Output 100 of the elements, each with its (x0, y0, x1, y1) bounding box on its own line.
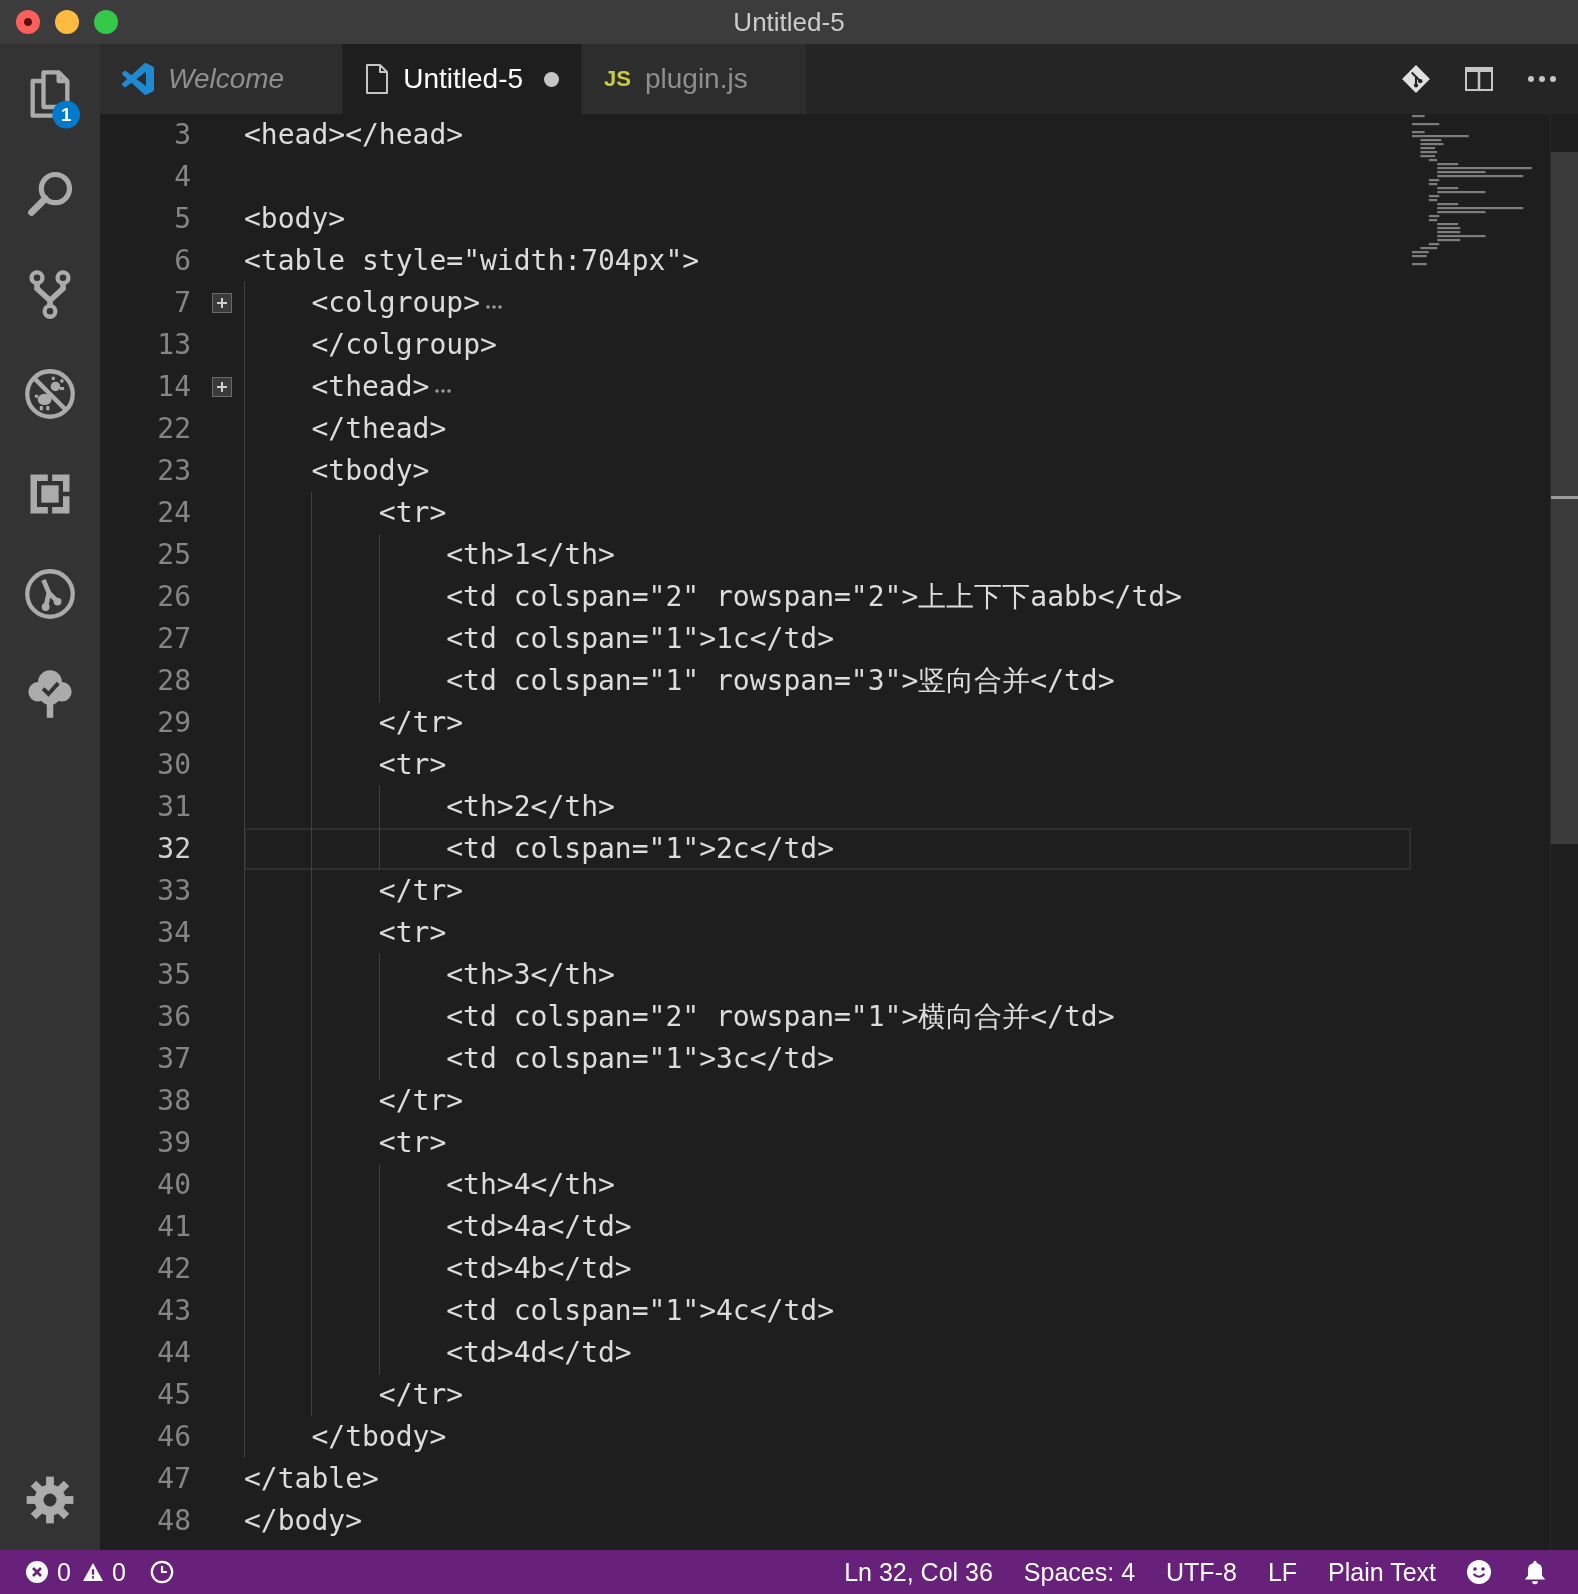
error-icon[interactable] (25, 1560, 49, 1584)
line-number: 36 (156, 999, 191, 1035)
clock-icon[interactable] (149, 1560, 174, 1584)
warning-icon[interactable] (81, 1562, 104, 1582)
bell-icon[interactable] (1522, 1559, 1548, 1585)
line-number: 31 (156, 789, 191, 825)
code-line: <td colspan="1">3c</td> (446, 1041, 834, 1077)
line-number: 23 (156, 453, 191, 489)
line-number: 3 (173, 117, 191, 153)
editor-tab[interactable]: Untitled-5 (343, 44, 583, 114)
line-number: 43 (156, 1293, 191, 1329)
code-line: </tr> (378, 1377, 464, 1413)
line-number: 38 (156, 1083, 191, 1119)
line-number: 41 (156, 1209, 191, 1245)
code-line: <td colspan="1">4c</td> (446, 1293, 834, 1329)
code-line: <td colspan="1">1c</td> (446, 621, 834, 657)
status-bar-item[interactable]: Ln 32, Col 36 (844, 1557, 993, 1587)
minimize-window-button[interactable] (55, 10, 79, 34)
line-number: 42 (156, 1251, 191, 1287)
line-number: 34 (156, 915, 191, 951)
code-line: <th>1</th> (446, 537, 615, 573)
settings-icon[interactable] (24, 1474, 76, 1526)
line-number: 46 (156, 1419, 191, 1455)
code-line: <colgroup> (311, 285, 480, 321)
cursor-position-marker (1551, 496, 1578, 499)
smiley-icon[interactable] (1467, 1560, 1491, 1584)
code-line: <tr> (378, 915, 447, 951)
code-line: <tr> (378, 1125, 447, 1161)
line-number: 35 (156, 957, 191, 993)
line-number: 40 (156, 1167, 191, 1203)
code-line: </thead> (311, 411, 447, 447)
code-line: <thead> (311, 369, 430, 405)
line-number: 48 (156, 1503, 191, 1539)
code-line: <td>4a</td> (446, 1209, 632, 1245)
minimap-drawing[interactable] (1411, 114, 1533, 267)
line-number: 45 (156, 1377, 191, 1413)
ellipsis-icon[interactable] (486, 305, 502, 309)
line-number: 24 (156, 495, 191, 531)
code-line: </tr> (378, 873, 464, 909)
split-editor-icon (1465, 67, 1493, 91)
code-line: </table> (244, 1461, 379, 1497)
line-number: 7 (173, 285, 191, 321)
more-icon (1528, 76, 1556, 82)
editor-tab[interactable]: JS plugin.js (582, 44, 807, 114)
code-line: </body> (244, 1503, 362, 1539)
ellipsis-icon[interactable] (435, 389, 452, 393)
status-bar-item[interactable]: Plain Text (1328, 1557, 1436, 1587)
editor-tab[interactable]: Welcome (100, 44, 344, 114)
code-line: <td colspan="1">2c</td> (446, 831, 834, 867)
line-number: 13 (156, 327, 191, 363)
file-type-label: JS (604, 66, 631, 92)
line-number: 47 (156, 1461, 191, 1497)
line-number: 6 (173, 243, 191, 279)
close-window-button[interactable] (16, 10, 40, 34)
code-line: </tbody> (311, 1419, 447, 1455)
branch-circle-icon[interactable] (24, 568, 76, 620)
warning-count[interactable]: 0 (111, 1557, 126, 1587)
error-count[interactable]: 0 (57, 1557, 71, 1587)
line-number: 33 (156, 873, 191, 909)
scrollbar-thumb[interactable] (1551, 152, 1578, 844)
code-line: <table style="width:704px"> (244, 243, 700, 279)
expand-fold-icon[interactable] (212, 293, 232, 313)
code-line: </tr> (378, 705, 464, 741)
code-line: </tr> (378, 1083, 464, 1119)
notification-badge: 1 (52, 100, 81, 129)
line-number: 39 (156, 1125, 191, 1161)
code-line: <td colspan="1" rowspan="3">竖向合并</td> (446, 663, 1115, 699)
line-number: 22 (156, 411, 191, 447)
code-line: <th>3</th> (446, 957, 615, 993)
line-number: 14 (156, 369, 191, 405)
line-number: 28 (156, 663, 191, 699)
code-line: <tr> (378, 747, 447, 783)
line-number: 44 (156, 1335, 191, 1371)
line-number: 32 (156, 831, 191, 867)
line-number: 29 (156, 705, 191, 741)
line-number: 37 (156, 1041, 191, 1077)
code-line: <tr> (378, 495, 447, 531)
expand-fold-icon[interactable] (212, 377, 232, 397)
no-bug-icon[interactable] (24, 368, 76, 420)
logo-icon (122, 63, 154, 95)
line-number: 26 (156, 579, 191, 615)
diamond-branch-icon (1401, 64, 1431, 94)
line-number: 30 (156, 747, 191, 783)
unsaved-dot-icon[interactable] (543, 71, 559, 87)
code-line: <th>2</th> (446, 789, 615, 825)
window-title: Untitled-5 (733, 6, 845, 38)
status-bar-item[interactable]: Spaces: 4 (1023, 1557, 1136, 1587)
line-number: 4 (173, 159, 191, 195)
file-icon (365, 64, 390, 94)
line-number: 5 (173, 201, 191, 237)
line-number: 25 (156, 537, 191, 573)
code-line: </colgroup> (311, 327, 497, 363)
status-bar-item[interactable]: LF (1267, 1557, 1298, 1587)
zoom-window-button[interactable] (94, 10, 118, 34)
code-line: <head></head> (244, 117, 464, 153)
code-line: <th>4</th> (446, 1167, 615, 1203)
code-line: <tbody> (311, 453, 430, 489)
status-bar-item[interactable]: UTF-8 (1166, 1557, 1237, 1587)
code-line: <td>4b</td> (446, 1251, 632, 1287)
line-number: 27 (156, 621, 191, 657)
